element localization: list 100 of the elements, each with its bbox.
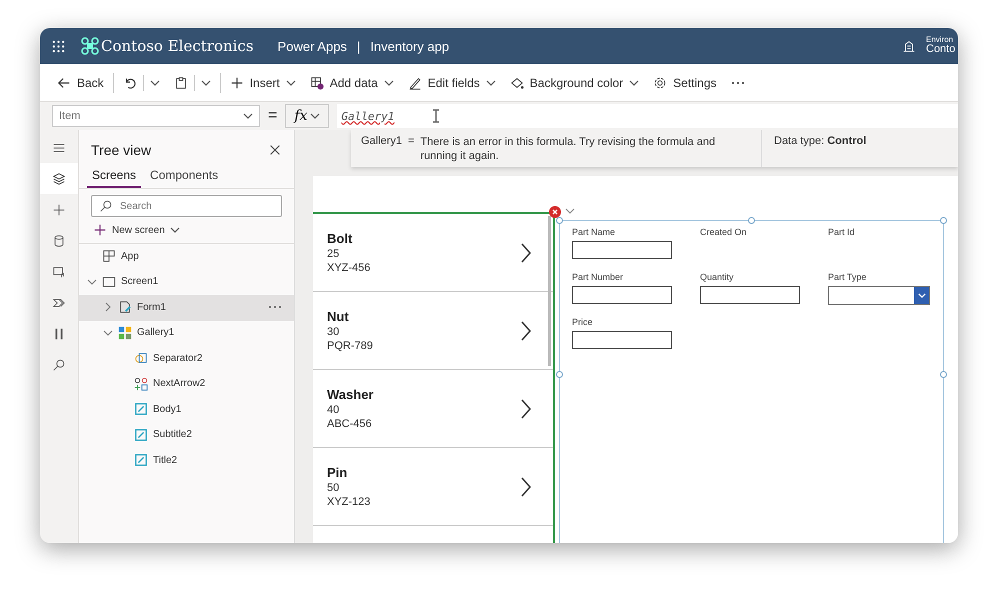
text-input[interactable] [572,286,672,304]
pen-icon [408,76,422,90]
header-separator: | [356,38,360,54]
field-label: Part Type [828,272,868,282]
tree-item-label: Screen1 [121,276,158,288]
item-title: Washer [327,387,374,402]
chevron-down-icon [310,113,320,119]
tree-item[interactable]: Form1 [79,295,294,320]
resize-handle[interactable] [748,217,755,224]
environment-icon [902,39,916,53]
dropdown[interactable] [828,286,930,305]
fx-button[interactable]: fx [285,104,330,128]
panel-title: Tree view [91,142,152,158]
chevron-down-icon[interactable] [565,208,575,214]
shapes-icon [134,351,148,366]
app-launcher-icon[interactable] [52,40,65,52]
item-body: ABC-456 [327,418,373,430]
tree-item[interactable]: Screen1 [79,270,294,295]
field-label: Part Id [828,227,856,237]
tree-item[interactable]: Body1 [79,397,294,422]
item-subtitle: 30 [327,326,340,338]
chevron-down-icon [103,330,113,336]
more-options-icon[interactable] [268,305,282,310]
chevron-down-icon [243,113,253,119]
toolbar-button[interactable]: Settings [648,72,722,94]
gallery[interactable]: Bolt 25 XYZ-456 Nut 30 PQR-789 Washer 40 ABC-456 Pin 50 XYZ-123 [313,212,555,543]
property-dropdown[interactable]: Item [52,105,260,127]
edit-label-icon [134,402,148,416]
paint-bucket-icon [510,76,524,90]
item-subtitle: 50 [327,482,340,494]
chevron-down-icon [170,227,180,233]
toolbar-button[interactable]: Edit fields [402,72,501,94]
item-subtitle: 25 [327,248,340,260]
rail-button[interactable] [40,163,78,194]
resize-handle[interactable] [940,371,947,378]
database-icon [52,234,66,248]
text-cursor-icon [432,109,440,123]
plus-icon [93,223,107,237]
close-icon[interactable] [268,143,282,157]
search-field[interactable]: Search [91,195,282,217]
tree-item[interactable]: Gallery1 [79,320,294,346]
toolbar-button[interactable]: Back [52,72,109,94]
chevron-down-icon [384,80,394,86]
table-plus-icon [310,76,324,90]
edit-label-icon [134,428,148,442]
search-icon [52,358,66,372]
control-name: Gallery1 [361,135,402,149]
formula-text: Gallery1 [341,110,394,122]
brand-name: Contoso Electronics [101,37,254,55]
text-input[interactable] [572,331,672,349]
item-title: Nut [327,309,350,324]
item-subtitle: 40 [327,404,340,416]
toolbar-button[interactable]: Insert [224,72,301,94]
product-name: Power Apps [278,38,347,54]
chevron-down-icon [486,80,496,86]
text-input[interactable] [572,241,672,259]
chevron-down-icon [150,80,160,86]
field-label: Quantity [700,272,735,282]
app-name: Inventory app [370,38,450,54]
toolbar-button[interactable]: Add data [304,72,399,94]
chevron-right-icon[interactable] [521,398,531,418]
tree-item[interactable]: NextArrow2 [79,372,294,397]
resize-handle[interactable] [556,371,563,378]
chevron-right-icon[interactable] [521,320,531,340]
tree-item[interactable]: Subtitle2 [79,422,294,448]
edit-form[interactable]: Part Name Created On Part Id Part Number Quantity Part Type Price [559,220,944,543]
tree-item[interactable]: Title2 [79,448,294,474]
tree-item[interactable]: Separator2 [79,346,294,372]
item-body: PQR-789 [327,340,374,352]
chevron-down-icon [629,80,640,86]
scrollbar[interactable] [548,216,551,366]
error-message: There is an error in this formula. Try revising the formula and running it again. [420,135,716,162]
tab[interactable]: Components [145,164,224,188]
chevron-right-icon[interactable] [521,242,531,262]
new-screen-button[interactable]: New screen [79,221,294,244]
formula-input[interactable]: Gallery1 [337,104,958,128]
chevron-right-icon [105,302,111,312]
chevron-right-icon[interactable] [521,476,531,496]
text-input[interactable] [700,286,800,304]
field-label: Part Name [572,227,616,237]
tree-item-label: Body1 [153,404,182,415]
data-type-text: Data type: Control [774,135,866,147]
plus-icon [230,76,244,90]
resize-handle[interactable] [940,217,947,224]
tree-item[interactable]: App [79,244,294,270]
screen-icon [102,274,116,289]
back-arrow-icon [57,76,71,90]
toolbar-button[interactable]: Background color [504,72,644,94]
edit-label-icon [134,453,148,468]
tab[interactable]: Screens [87,164,142,188]
layers-icon [52,172,66,186]
tree-item-label: Form1 [137,302,166,313]
gallery-icon [118,326,132,340]
resize-handle[interactable] [556,217,563,224]
media-icon [52,264,66,278]
equals-sign: = [408,135,414,149]
clipboard-icon [174,76,188,90]
app-icon [102,249,116,264]
plus-icon [52,202,66,216]
chevron-down-icon [286,80,296,86]
